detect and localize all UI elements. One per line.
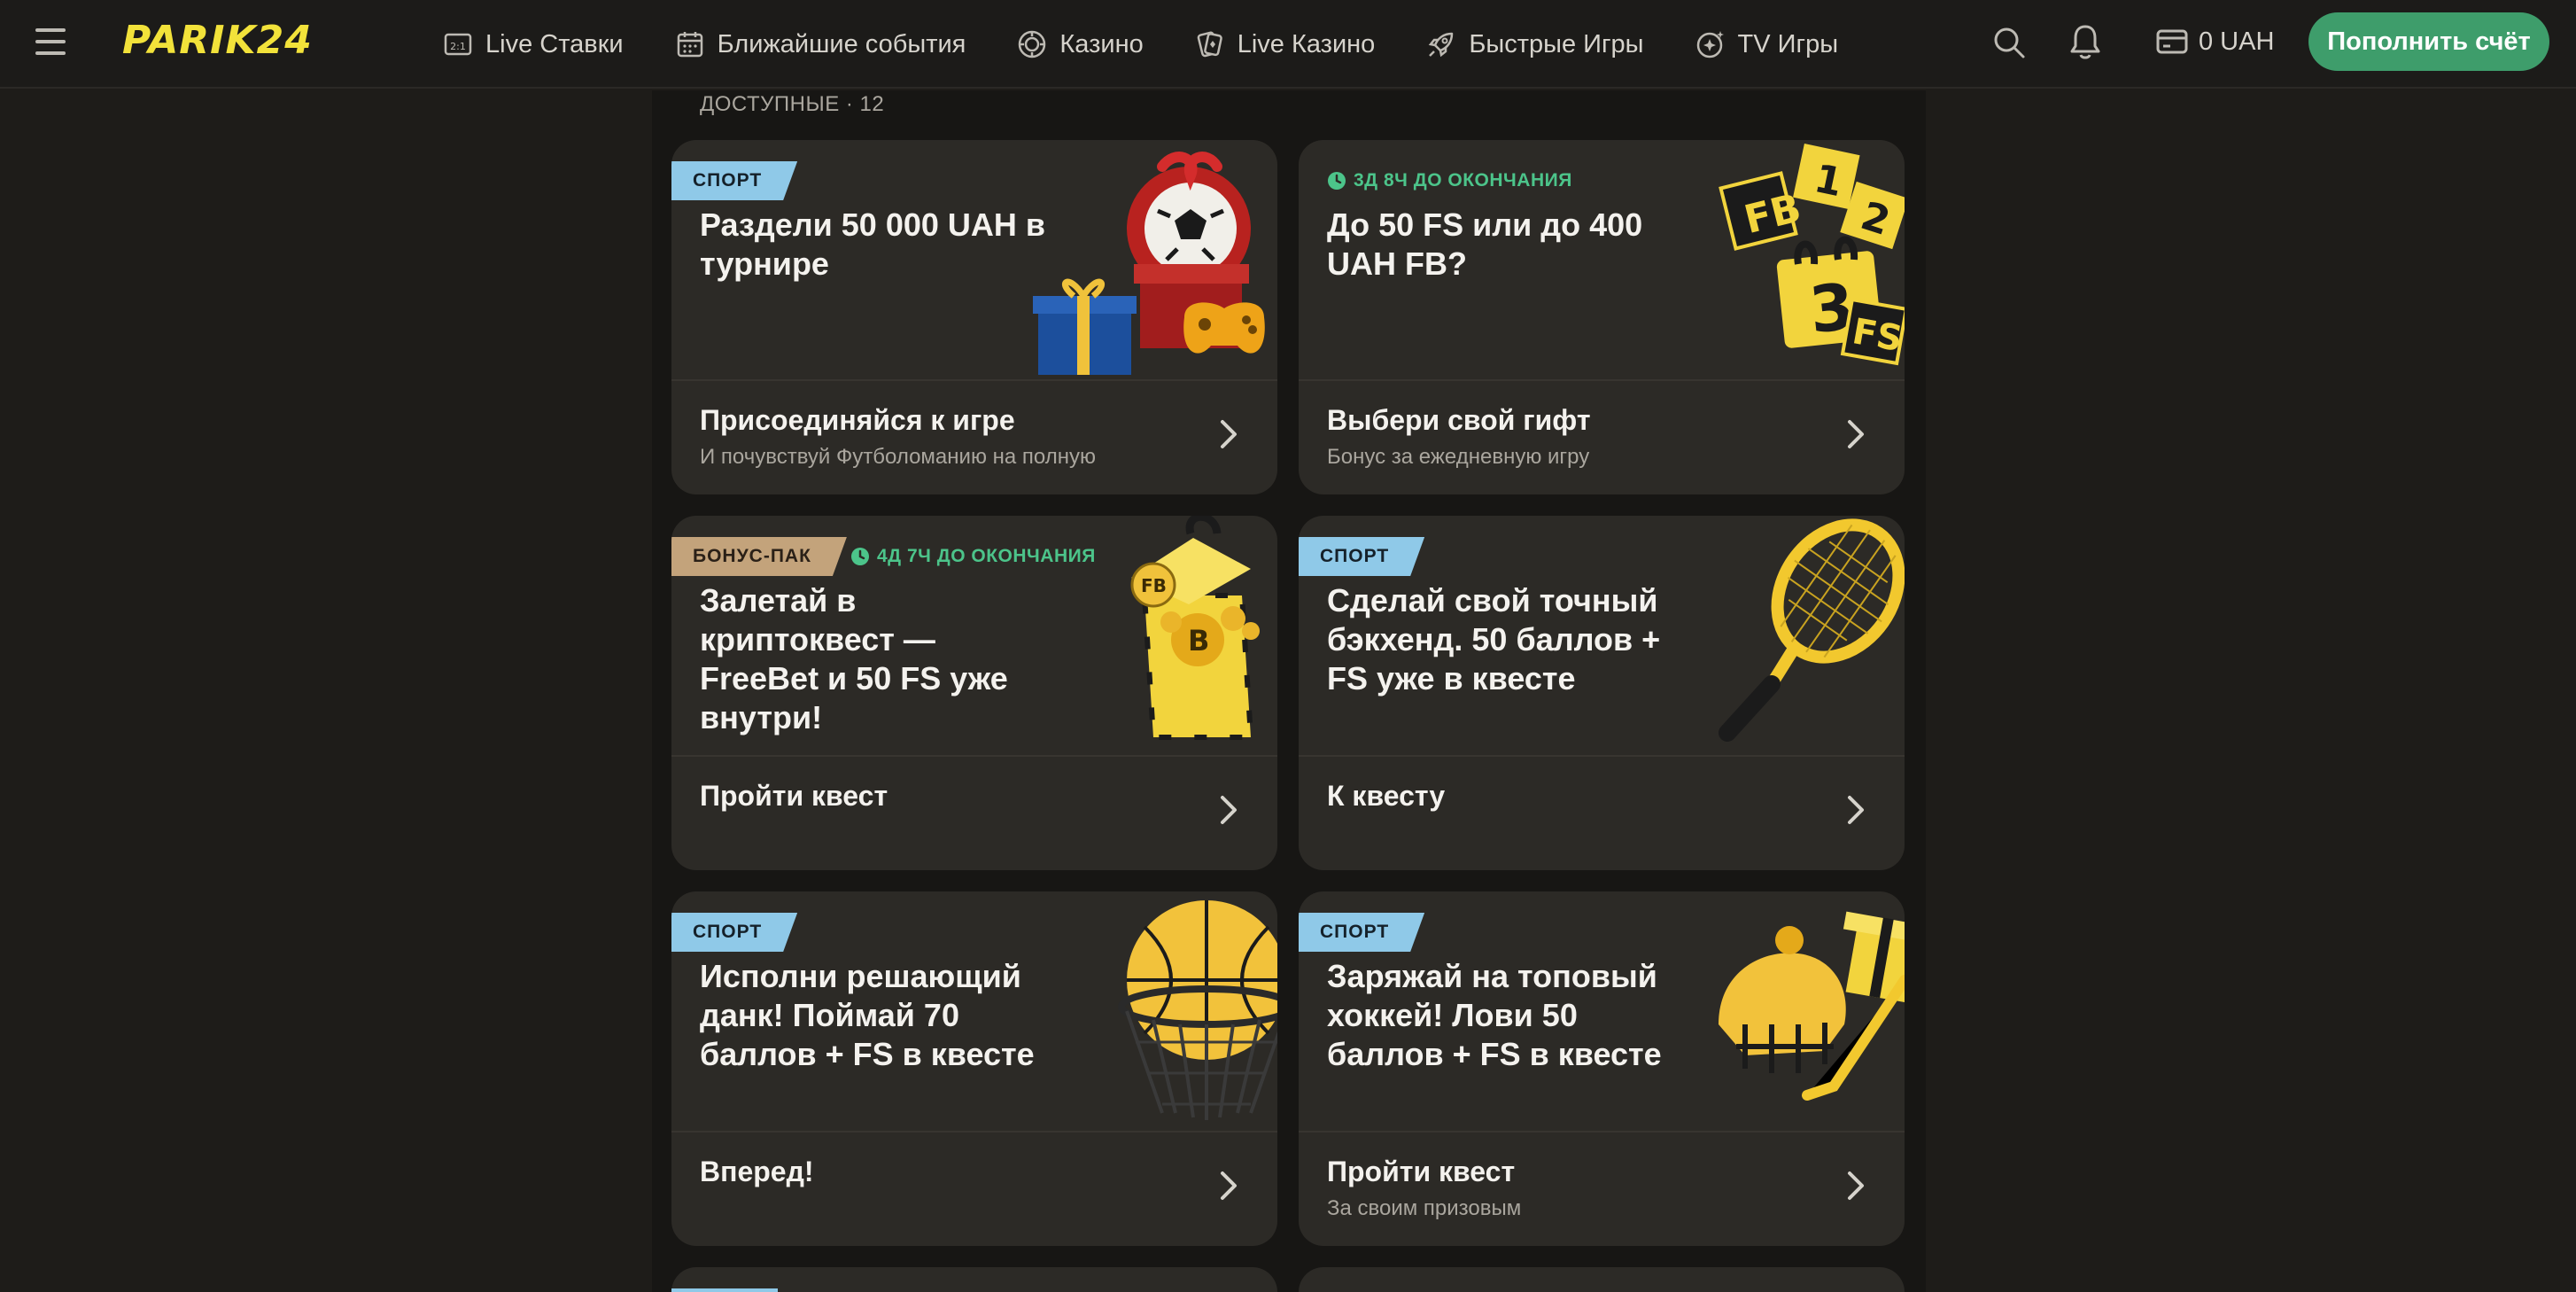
category-badge: СПОРТ xyxy=(671,913,797,952)
nav-item-tv-games[interactable]: TV Игры xyxy=(1695,29,1839,59)
card-cta: К квесту xyxy=(1327,780,1446,812)
divider xyxy=(671,755,1277,757)
category-badge: БОНУС-ПАК xyxy=(671,537,847,576)
category-badge xyxy=(671,1288,778,1292)
balance[interactable]: 0 UAH xyxy=(2156,21,2274,62)
divider xyxy=(1299,755,1905,757)
countdown-timer: 3Д 8Ч ДО ОКОНЧАНИЯ xyxy=(1327,161,1572,200)
svg-text:2:1: 2:1 xyxy=(450,41,466,52)
search-icon[interactable] xyxy=(1990,23,2029,62)
nav-item-upcoming-events[interactable]: Ближайшие события xyxy=(675,29,966,59)
chevron-right-icon xyxy=(1848,420,1864,448)
svg-text:FB: FB xyxy=(1141,575,1167,596)
card-title: Залетай в криптоквест — FreeBet и 50 FS … xyxy=(700,582,1008,736)
chevron-right-icon xyxy=(1221,420,1237,448)
card-subtitle: И почувствуй Футболоманию на полную xyxy=(700,445,1096,469)
chevron-right-icon xyxy=(1221,796,1237,824)
promo-card[interactable]: СПОРТ Сделай свой точный бэкхенд. 50 бал… xyxy=(1299,516,1905,870)
divider xyxy=(671,379,1277,381)
svg-text:B: B xyxy=(1188,624,1209,658)
deposit-button[interactable]: Пополнить счёт xyxy=(2308,12,2549,71)
nav-item-live-bets[interactable]: 2:1 Live Ставки xyxy=(443,29,624,59)
bell-icon[interactable] xyxy=(2068,21,2103,62)
section-label: ДОСТУПНЫЕ · 12 xyxy=(700,92,885,116)
card-subtitle: Бонус за ежедневную игру xyxy=(1327,445,1590,469)
wallet-icon xyxy=(2156,29,2188,54)
promo-card[interactable]: FB 1 2 3 FS 3Д 8Ч ДО ОКОНЧАНИЯ До 50 FS … xyxy=(1299,140,1905,494)
nav-label: Ближайшие события xyxy=(717,29,966,58)
card-cta: Пройти квест xyxy=(1327,1156,1516,1187)
timer-text: 3Д 8Ч ДО ОКОНЧАНИЯ xyxy=(1354,170,1572,191)
promo-card-partial[interactable] xyxy=(1299,1267,1905,1292)
nav-label: Быстрые Игры xyxy=(1469,29,1644,58)
divider xyxy=(1299,1131,1905,1132)
timer-text: 4Д 7Ч ДО ОКОНЧАНИЯ xyxy=(877,546,1096,566)
nav-label: Live Ставки xyxy=(485,29,624,58)
card-cta: Вперед! xyxy=(700,1156,814,1187)
category-badge: СПОРТ xyxy=(671,161,797,200)
nav-item-casino[interactable]: Казино xyxy=(1017,29,1144,59)
promo-card[interactable]: FB B БОНУС-ПАК 4Д 7Ч ДО ОКОНЧАНИЯ Залета… xyxy=(671,516,1277,870)
category-badge: СПОРТ xyxy=(1299,913,1424,952)
promo-card[interactable]: СПОРТ Заряжай на топовый хоккей! Лови 50… xyxy=(1299,891,1905,1246)
divider xyxy=(671,1131,1277,1132)
tv-sparkle-icon xyxy=(1696,31,1724,58)
nav-item-live-casino[interactable]: Live Казино xyxy=(1195,29,1376,59)
card-title: До 50 FS или до 400 UAH FB? xyxy=(1327,206,1643,282)
top-bar: PARIK24 2:1 Live Ставки Ближайшие событи… xyxy=(0,0,2576,89)
balance-value: 0 UAH xyxy=(2199,27,2275,56)
logo[interactable]: PARIK24 xyxy=(122,18,313,63)
chevron-right-icon xyxy=(1848,796,1864,824)
card-cta: Присоединяйся к игре xyxy=(700,404,1015,436)
card-subtitle: За своим призовым xyxy=(1327,1196,1522,1220)
card-title: Сделай свой точный бэкхенд. 50 баллов + … xyxy=(1327,582,1661,697)
divider xyxy=(1299,379,1905,381)
category-badge: СПОРТ xyxy=(1299,537,1424,576)
nav-label: Live Казино xyxy=(1237,29,1376,58)
playing-card-icon xyxy=(1197,31,1222,58)
card-title: Исполни решающий данк! Поймай 70 баллов … xyxy=(700,958,1035,1072)
card-cta: Пройти квест xyxy=(700,780,888,812)
clock-icon xyxy=(851,548,869,565)
card-title: Раздели 50 000 UAH в турнире xyxy=(700,206,1046,282)
clock-icon xyxy=(1328,172,1346,190)
card-title: Заряжай на топовый хоккей! Лови 50 балло… xyxy=(1327,958,1662,1072)
countdown-timer: 4Д 7Ч ДО ОКОНЧАНИЯ xyxy=(850,537,1096,576)
nav-label: TV Игры xyxy=(1737,29,1839,58)
promo-card-partial[interactable] xyxy=(671,1267,1277,1292)
chevron-right-icon xyxy=(1848,1171,1864,1200)
promo-card[interactable]: СПОРТ Раздели 50 000 UAH в турнире Присо… xyxy=(671,140,1277,494)
main-nav: 2:1 Live Ставки Ближайшие события Казино… xyxy=(443,0,1889,89)
calendar-icon xyxy=(677,32,702,58)
svg-text:FS: FS xyxy=(1850,311,1905,360)
menu-icon[interactable] xyxy=(35,28,66,55)
live-bets-icon: 2:1 xyxy=(444,33,472,56)
rocket-icon xyxy=(1429,32,1454,58)
promo-card[interactable]: СПОРТ Исполни решающий данк! Поймай 70 б… xyxy=(671,891,1277,1246)
nav-item-fast-games[interactable]: Быстрые Игры xyxy=(1426,29,1644,59)
nav-label: Казино xyxy=(1059,29,1144,58)
chevron-right-icon xyxy=(1221,1171,1237,1200)
casino-chip-icon xyxy=(1019,30,1046,58)
card-cta: Выбери свой гифт xyxy=(1327,404,1591,436)
